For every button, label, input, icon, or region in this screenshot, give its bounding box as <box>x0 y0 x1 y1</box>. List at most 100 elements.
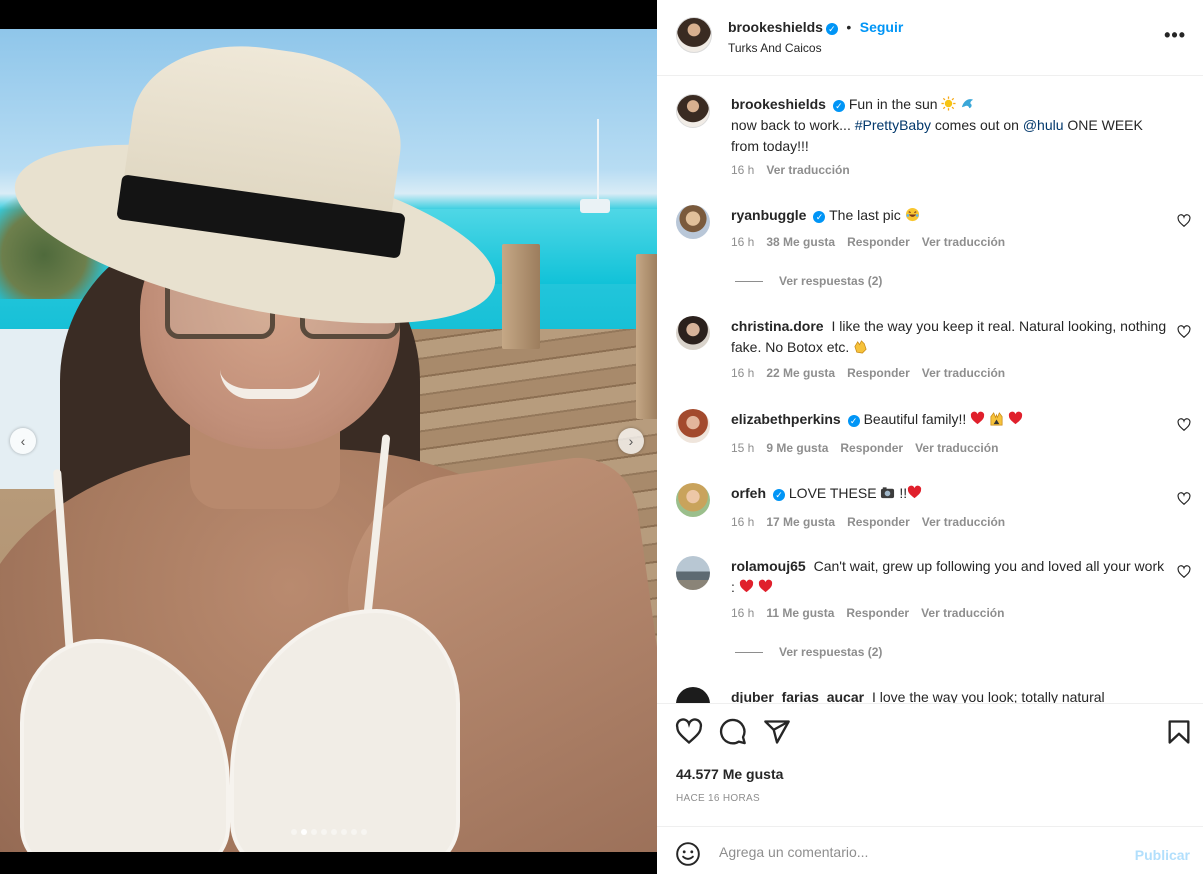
comment-input[interactable] <box>719 837 1119 867</box>
comment-likes[interactable]: 11 Me gusta <box>766 606 834 620</box>
post-timestamp[interactable]: Hace 16 horas <box>676 793 760 804</box>
separator-dot: • <box>846 19 852 35</box>
reply-button[interactable]: Responder <box>840 441 903 455</box>
translate-link[interactable]: Ver traducción <box>921 606 1004 620</box>
sun-emoji-icon <box>941 96 956 111</box>
replies-divider <box>735 280 763 282</box>
commenter-avatar[interactable] <box>676 409 710 443</box>
comment-text: Beautiful family!! <box>863 411 967 427</box>
post-panel: brookeshields ✓ • Seguir Turks And Caicos… <box>657 0 1203 874</box>
comment-likes[interactable]: 17 Me gusta <box>766 515 835 529</box>
dolphin-emoji-icon <box>962 99 974 109</box>
comment-time[interactable]: 16 h <box>731 515 754 529</box>
verified-badge-icon: ✓ <box>847 415 860 427</box>
instagram-post-modal: ‹ › brookeshields ✓ • Seguir Turks And Ca… <box>0 0 1203 874</box>
comment-composer: Publicar <box>657 826 1203 874</box>
commenter-username[interactable]: djuber_farias_aucar <box>731 689 864 703</box>
carousel-prev-button[interactable]: ‹ <box>10 428 36 454</box>
commenter-avatar[interactable] <box>676 687 710 703</box>
red-heart-emoji-icon <box>971 411 985 425</box>
translate-link[interactable]: Ver traducción <box>915 441 998 455</box>
translate-link[interactable]: Ver traducción <box>922 235 1005 249</box>
likes-count[interactable]: 44.577 Me gusta <box>676 766 783 782</box>
verified-badge-icon: ✓ <box>832 100 845 112</box>
post-actions: 44.577 Me gusta Hace 16 horas <box>657 703 1203 826</box>
caption-time[interactable]: 16 h <box>731 163 754 177</box>
translate-link[interactable]: Ver traducción <box>922 515 1005 529</box>
like-heart-icon[interactable] <box>675 718 703 746</box>
reply-button[interactable]: Responder <box>847 515 910 529</box>
post-header: brookeshields ✓ • Seguir Turks And Caicos… <box>657 0 1203 76</box>
commenter-avatar[interactable] <box>676 205 710 239</box>
post-photo <box>0 29 657 852</box>
comments-list[interactable]: brookeshields ✓ Fun in the sun now back t… <box>657 77 1203 703</box>
caption-username[interactable]: brookeshields <box>731 96 826 112</box>
emoji-picker-smile-icon[interactable] <box>675 841 701 867</box>
carousel-dot <box>350 829 357 835</box>
red-heart-emoji-icon <box>758 579 772 593</box>
verified-badge-icon: ✓ <box>813 211 826 223</box>
comment-time[interactable]: 16 h <box>731 366 754 380</box>
caption-text-pre: now back to work... <box>731 117 851 133</box>
carousel-next-button[interactable]: › <box>618 428 644 454</box>
like-comment-heart-icon[interactable] <box>1177 214 1191 228</box>
view-replies-button[interactable]: Ver respuestas (2) <box>735 274 882 288</box>
commenter-avatar[interactable] <box>676 316 710 350</box>
caption-line1: Fun in the sun <box>848 96 938 112</box>
author-username[interactable]: brookeshields <box>728 19 823 35</box>
comment-likes[interactable]: 38 Me gusta <box>766 235 835 249</box>
commenter-avatar[interactable] <box>676 556 710 590</box>
carousel-dot <box>360 829 367 835</box>
more-options-icon[interactable]: ••• <box>1164 25 1186 46</box>
view-replies-label: Ver respuestas (2) <box>779 274 883 288</box>
laughing-emoji-icon <box>905 207 919 222</box>
comment-time[interactable]: 16 h <box>731 606 754 620</box>
comment-time[interactable]: 15 h <box>731 441 754 455</box>
caption-text-mid: comes out on <box>934 117 1019 133</box>
comment-text: The last pic <box>829 207 901 223</box>
red-heart-emoji-icon <box>1008 411 1023 425</box>
comment-text: LOVE THESE <box>788 485 877 501</box>
caption-translate-link[interactable]: Ver traducción <box>766 163 849 177</box>
commenter-username[interactable]: orfeh <box>731 485 766 501</box>
like-comment-heart-icon[interactable] <box>1177 565 1191 579</box>
reply-button[interactable]: Responder <box>846 606 909 620</box>
share-send-icon[interactable] <box>763 718 791 746</box>
comment-time[interactable]: 16 h <box>731 235 754 249</box>
clapping-hands-emoji-icon <box>854 340 867 354</box>
mention-link[interactable]: @hulu <box>1023 117 1064 133</box>
publish-button[interactable]: Publicar <box>1135 847 1190 863</box>
red-heart-emoji-icon <box>907 485 922 499</box>
commenter-username[interactable]: rolamouj65 <box>731 558 806 574</box>
author-avatar[interactable] <box>676 17 712 53</box>
follow-button[interactable]: Seguir <box>860 19 904 35</box>
red-heart-emoji-icon <box>739 579 753 593</box>
verified-badge-icon: ✓ <box>773 489 785 501</box>
comment-likes[interactable]: 22 Me gusta <box>766 366 835 380</box>
carousel-dot <box>330 829 337 835</box>
reply-button[interactable]: Responder <box>847 366 910 380</box>
replies-divider <box>735 651 763 653</box>
save-bookmark-icon[interactable] <box>1165 718 1193 746</box>
commenter-username[interactable]: ryanbuggle <box>731 207 806 223</box>
commenter-avatar[interactable] <box>676 483 710 517</box>
commenter-username[interactable]: christina.dore <box>731 318 824 334</box>
hashtag-link[interactable]: #PrettyBaby <box>855 117 931 133</box>
view-replies-button[interactable]: Ver respuestas (2) <box>735 645 882 659</box>
caption-avatar[interactable] <box>676 94 710 128</box>
reply-button[interactable]: Responder <box>847 235 910 249</box>
location-link[interactable]: Turks And Caicos <box>728 41 822 55</box>
translate-link[interactable]: Ver traducción <box>922 366 1005 380</box>
commenter-username[interactable]: elizabethperkins <box>731 411 841 427</box>
carousel-dot <box>320 829 327 835</box>
like-comment-heart-icon[interactable] <box>1177 418 1191 432</box>
like-comment-heart-icon[interactable] <box>1177 492 1191 506</box>
like-comment-heart-icon[interactable] <box>1177 325 1191 339</box>
comment-likes[interactable]: 9 Me gusta <box>766 441 828 455</box>
verified-badge-icon: ✓ <box>825 23 838 35</box>
raising-hands-emoji-icon <box>990 412 1003 426</box>
carousel-dot <box>300 829 307 835</box>
comment-bubble-icon[interactable] <box>719 718 747 746</box>
camera-flash-emoji-icon <box>881 487 895 499</box>
post-media: ‹ › <box>0 0 657 874</box>
